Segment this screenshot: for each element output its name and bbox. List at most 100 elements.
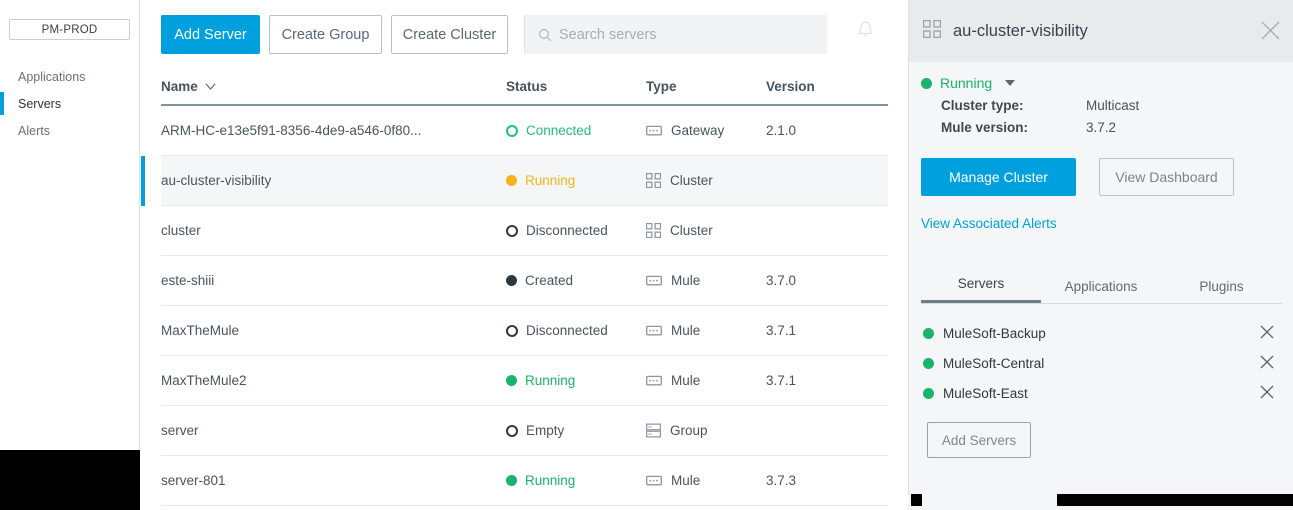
table-row[interactable]: MaxTheMule Disconnected Mule 3.7.1 (161, 306, 888, 356)
mule-runtime-icon (646, 275, 662, 287)
add-server-button[interactable]: Add Server (161, 15, 260, 54)
cell-type: Mule (646, 273, 766, 288)
bell-icon[interactable] (856, 20, 875, 46)
list-item[interactable]: MuleSoft-Central (909, 348, 1293, 378)
table-row[interactable]: MaxTheMule2 Running Mule 3.7.1 (161, 356, 888, 406)
type-label: Mule (671, 323, 701, 338)
close-icon[interactable] (1260, 385, 1274, 402)
cell-status: Running (506, 173, 646, 188)
column-header-status[interactable]: Status (506, 79, 646, 94)
cell-status: Disconnected (506, 323, 646, 338)
panel-body: Running Cluster type: Multicast Mule ver… (909, 62, 1293, 458)
main-content: Add Server Create Group Create Cluster S… (141, 0, 908, 510)
column-header-type[interactable]: Type (646, 79, 766, 94)
status-label: Running (525, 373, 576, 388)
close-icon[interactable] (1261, 21, 1280, 45)
cell-status: Running (506, 473, 646, 488)
sidebar-item-alerts[interactable]: Alerts (0, 117, 140, 144)
table-row[interactable]: ARM-HC-e13e5f91-8356-4de9-a546-0f80... Co… (161, 106, 888, 156)
server-name: MuleSoft-Backup (943, 325, 1046, 341)
create-cluster-button[interactable]: Create Cluster (391, 15, 508, 54)
sidebar-item-applications[interactable]: Applications (0, 63, 140, 90)
panel-title: au-cluster-visibility (953, 21, 1088, 40)
column-header-version-label: Version (766, 78, 815, 94)
column-header-name-label: Name (161, 78, 198, 94)
sidebar-item-label: Applications (18, 69, 86, 84)
sidebar-item-label: Servers (18, 96, 62, 111)
panel-server-list: MuleSoft-Backup MuleSoft-Central MuleSoft-… (909, 318, 1293, 408)
table-header-row: Name Status Type Version (161, 68, 888, 106)
cell-type: Mule (646, 373, 766, 388)
server-name: MuleSoft-Central (943, 355, 1045, 371)
status-label: Empty (526, 423, 565, 438)
cluster-status: Running (909, 62, 1293, 91)
list-item[interactable]: MuleSoft-East (909, 378, 1293, 408)
cell-version: 3.7.1 (766, 373, 797, 388)
view-dashboard-button[interactable]: View Dashboard (1099, 158, 1234, 196)
create-group-button[interactable]: Create Group (269, 15, 382, 54)
table-row[interactable]: cluster Disconnected Cluster (161, 206, 888, 256)
table-row[interactable]: este-shiii Created Mule 3.7.0 (161, 256, 888, 306)
cell-status: Disconnected (506, 223, 646, 238)
search-placeholder: Search servers (559, 26, 657, 43)
cluster-status-label: Running (940, 75, 993, 91)
column-header-version[interactable]: Version (766, 79, 876, 94)
close-icon[interactable] (1260, 325, 1274, 342)
create-group-label: Create Group (281, 26, 370, 43)
status-dot-disconnected (506, 424, 518, 437)
table-row[interactable]: server Empty Group (161, 406, 888, 456)
cell-type: Mule (646, 473, 766, 488)
panel-scrollbar-thumb-right[interactable] (1057, 494, 1293, 506)
cluster-icon (646, 223, 661, 238)
status-dot-running (921, 77, 932, 89)
manage-cluster-button[interactable]: Manage Cluster (921, 158, 1076, 196)
cell-status: Running (506, 373, 646, 388)
mule-runtime-icon (646, 325, 662, 337)
view-associated-alerts-link[interactable]: View Associated Alerts (921, 216, 1293, 231)
panel-header: au-cluster-visibility (909, 0, 1293, 62)
status-label: Connected (526, 123, 592, 138)
caret-down-icon[interactable] (1005, 80, 1016, 86)
status-dot-running (923, 357, 934, 369)
search-input[interactable]: Search servers (524, 15, 827, 54)
cell-status: Connected (506, 123, 646, 138)
tab-servers[interactable]: Servers (921, 276, 1041, 303)
cell-server-name: cluster (161, 223, 201, 238)
cluster-icon (646, 173, 661, 188)
list-item[interactable]: MuleSoft-Backup (909, 318, 1293, 348)
status-dot-running (506, 475, 517, 486)
panel-scrollbar-thumb-left[interactable] (911, 494, 922, 506)
manage-cluster-label: Manage Cluster (949, 169, 1048, 185)
cell-status: Created (506, 273, 646, 288)
add-servers-button[interactable]: Add Servers (927, 422, 1031, 458)
mule-runtime-icon (646, 375, 662, 387)
cluster-icon (922, 19, 942, 43)
table-row[interactable]: server-801 Running Mule 3.7.3 (161, 456, 888, 506)
type-label: Cluster (670, 173, 713, 188)
chevron-down-icon (205, 82, 216, 90)
sidebar-item-servers[interactable]: Servers (0, 90, 140, 117)
table-row[interactable]: au-cluster-visibility Running Cluster (141, 156, 908, 206)
close-icon[interactable] (1260, 355, 1274, 372)
tab-label: Plugins (1199, 279, 1244, 294)
column-header-type-label: Type (646, 78, 677, 94)
servers-table: Name Status Type Version ARM-HC-e13e5f91… (141, 68, 908, 506)
status-dot-running (923, 387, 934, 399)
search-icon (538, 28, 552, 41)
status-label: Running (525, 173, 576, 188)
tab-plugins[interactable]: Plugins (1161, 279, 1282, 303)
cell-server-name: au-cluster-visibility (161, 173, 272, 188)
environment-label: PM-PROD (41, 23, 98, 36)
environment-selector[interactable]: PM-PROD (9, 19, 130, 40)
detail-cluster-type: Cluster type: Multicast (909, 91, 1293, 113)
sidebar-item-label: Alerts (18, 123, 50, 138)
status-dot-created (506, 275, 517, 286)
detail-value: 3.7.2 (1086, 120, 1117, 135)
create-cluster-label: Create Cluster (402, 26, 497, 43)
status-label: Disconnected (526, 323, 608, 338)
panel-tabs: Servers Applications Plugins (921, 268, 1282, 304)
tab-applications[interactable]: Applications (1041, 279, 1161, 303)
left-bottom-black-bar (0, 450, 140, 510)
column-header-name[interactable]: Name (161, 79, 506, 94)
status-dot-running (506, 175, 517, 186)
